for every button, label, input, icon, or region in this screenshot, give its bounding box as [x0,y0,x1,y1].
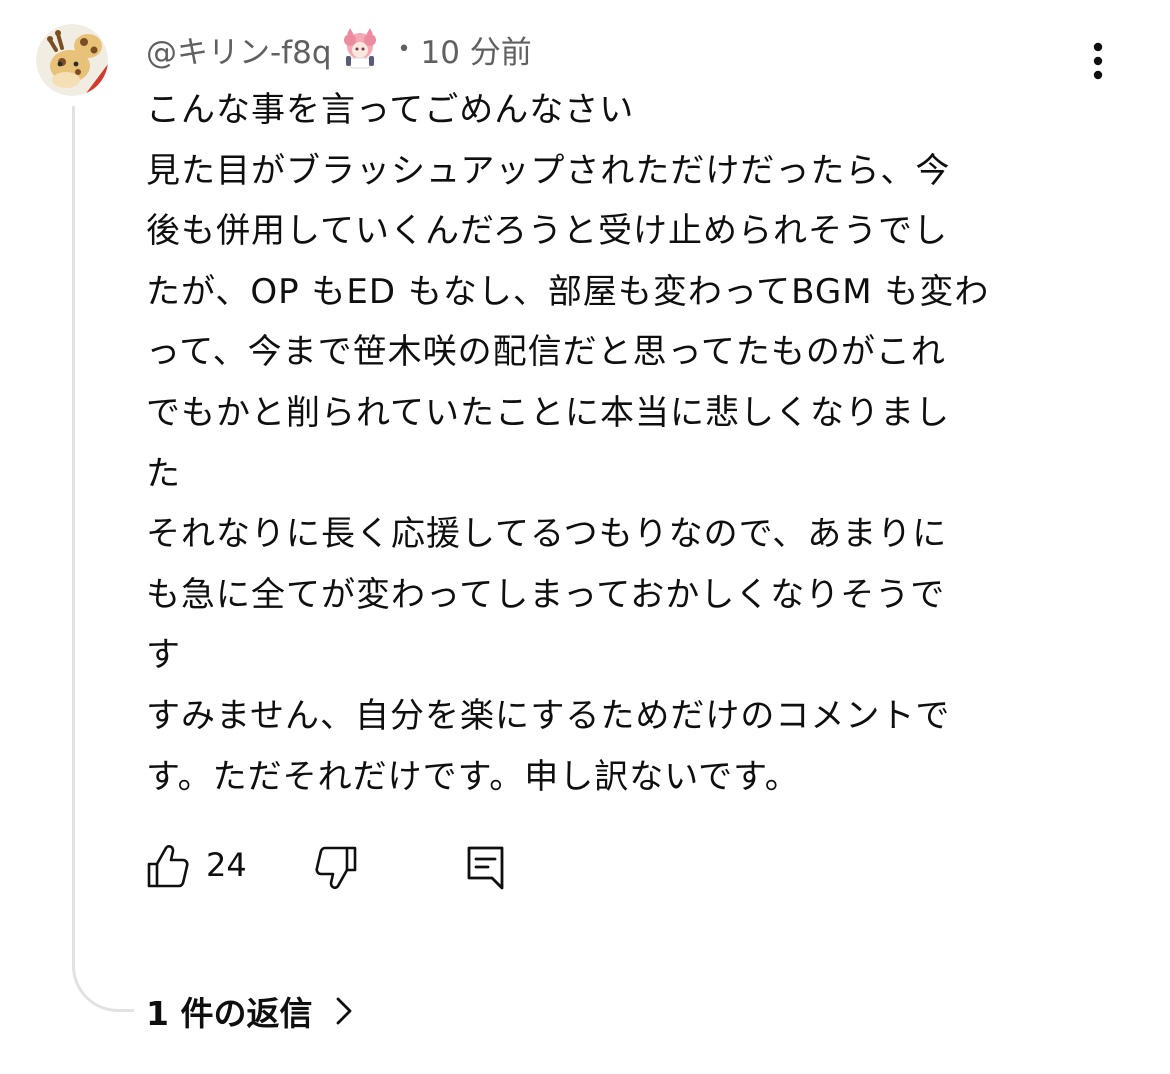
thumb-up-icon [147,845,189,888]
member-badge-icon [336,26,384,72]
meta-separator: • [397,36,411,62]
more-vert-icon [1093,42,1103,80]
comment-text-line: た [146,453,181,494]
comment-text-line: それなりに長く応援してるつもりなので、あまりに [146,514,948,555]
thread-connector-line [72,106,134,1012]
comment-text-line: 後も併用していくんだろうと受け止められそうでし [146,211,948,252]
view-replies-button[interactable]: 1 件の返信 [146,986,356,1036]
comment-text: こんな事を言ってごめんなさい 見た目がブラッシュアップされただけだったら、今 後… [146,80,1106,807]
comment-text-line: すみません、自分を楽にするためだけのコメントで [146,695,951,736]
comment-text-line: こんな事を言ってごめんなさい [146,90,635,130]
author-name[interactable]: @キリン-f8q [146,27,332,72]
comment-text-line: たが、OP もED もなし、部屋も変わってBGM も変わ [146,271,990,312]
like-button[interactable] [146,842,190,890]
comment-text-line: す [146,635,181,676]
comment-text-line: 見た目がブラッシュアップされただけだったら、今 [146,150,951,191]
comment-text-line: も急に全てが変わってしまっておかしくなりそうで [146,574,946,615]
comment-action-menu-button[interactable] [1078,40,1118,84]
reply-button[interactable] [466,844,506,892]
chevron-right-icon [337,997,352,1025]
comment-text-line: す。ただそれだけです。申し訳ないです。 [146,756,800,797]
comment-text-line: って、今まで笹木咲の配信だと思ってたものがこれ [146,332,946,373]
replies-count-label: 1 件の返信 [146,994,313,1033]
like-count: 24 [206,846,247,884]
author-avatar[interactable] [36,24,108,96]
thumb-down-icon [315,846,357,889]
dislike-button[interactable] [314,844,358,892]
comment-reply-icon [467,846,504,890]
comment-text-line: でもかと削られていたことに本当に悲しくなりまし [146,392,950,433]
comment-timestamp[interactable]: 10 分前 [421,27,532,72]
comment-action-bar: 24 [146,842,546,892]
giraffe-avatar-icon [36,24,108,96]
comment-header: @キリン-f8q • 10 分前 [146,26,532,72]
